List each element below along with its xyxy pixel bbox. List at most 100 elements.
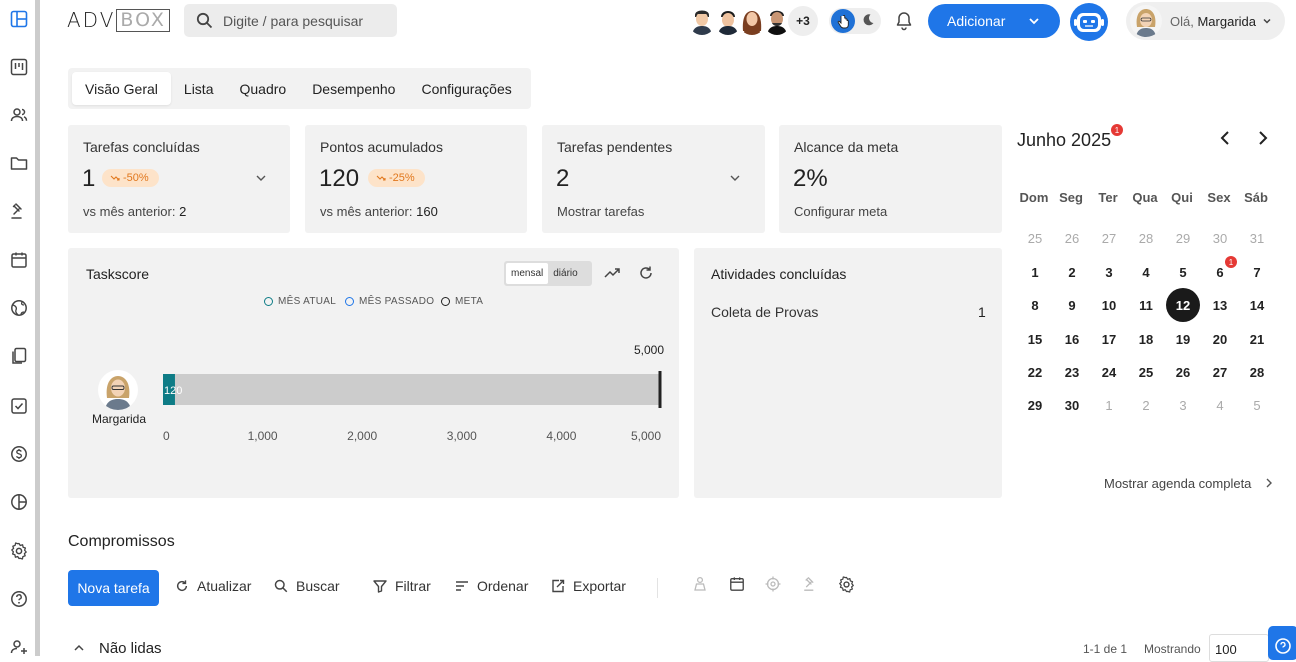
add-button[interactable]: Adicionar: [928, 4, 1060, 38]
card-tarefas-pendentes[interactable]: Tarefas pendentes 2 Mostrar tarefas: [542, 125, 765, 233]
calendar-filter-icon[interactable]: [729, 576, 745, 592]
calendar-icon[interactable]: [10, 251, 28, 269]
chevron-right-icon[interactable]: [1256, 130, 1270, 146]
chevron-left-icon[interactable]: [1218, 130, 1232, 146]
card-tarefas-concluidas[interactable]: Tarefas concluídas 1 -50% vs mês anterio…: [68, 125, 290, 233]
calendar-day[interactable]: 10: [1092, 288, 1126, 322]
help-chat-button[interactable]: [1268, 626, 1296, 660]
calendar-day[interactable]: 24: [1092, 355, 1126, 389]
add-user-icon[interactable]: [10, 638, 28, 656]
tab-visao-geral[interactable]: Visão Geral: [72, 72, 171, 105]
calendar-day[interactable]: 28: [1240, 355, 1274, 389]
page-size-select[interactable]: 100: [1209, 634, 1269, 662]
calendar-day[interactable]: 26: [1055, 221, 1089, 255]
documents-icon[interactable]: [10, 347, 28, 365]
calendar-day[interactable]: 18: [1129, 322, 1163, 356]
finance-icon[interactable]: [10, 445, 28, 463]
chevron-down-icon: [1028, 15, 1040, 27]
calendar-day[interactable]: 7: [1240, 255, 1274, 289]
calendar-day[interactable]: 25: [1129, 355, 1163, 389]
help-icon[interactable]: [10, 590, 28, 608]
calendar-day[interactable]: 19: [1166, 322, 1200, 356]
card-pontos-acumulados: Pontos acumulados 120 -25% vs mês anteri…: [305, 125, 527, 233]
calendar-day[interactable]: 11: [1129, 288, 1163, 322]
board-icon[interactable]: [10, 58, 28, 76]
calendar-day[interactable]: 9: [1055, 288, 1089, 322]
refresh-button[interactable]: Atualizar: [175, 578, 251, 594]
user-avatar-4[interactable]: [763, 5, 791, 35]
tab-lista[interactable]: Lista: [171, 72, 227, 105]
target-icon[interactable]: [765, 576, 781, 592]
calendar-day[interactable]: 3: [1092, 255, 1126, 289]
notifications-bell-icon[interactable]: [895, 11, 913, 31]
checkbox-icon[interactable]: [10, 397, 28, 415]
calendar-day[interactable]: 23: [1055, 355, 1089, 389]
sort-button[interactable]: Ordenar: [455, 578, 528, 594]
calendar-day[interactable]: 17: [1092, 322, 1126, 356]
calendar-day[interactable]: 25: [1018, 221, 1052, 255]
person-filter-icon[interactable]: [692, 576, 708, 592]
tab-desempenho[interactable]: Desempenho: [299, 72, 408, 105]
calendar-day[interactable]: 8: [1018, 288, 1052, 322]
filter-button[interactable]: Filtrar: [373, 578, 431, 594]
calendar-day[interactable]: 29: [1166, 221, 1200, 255]
chevron-up-icon[interactable]: [73, 643, 85, 653]
calendar-day[interactable]: 15: [1018, 322, 1052, 356]
calendar-day[interactable]: 1: [1092, 388, 1126, 422]
calendar-day[interactable]: 26: [1166, 355, 1200, 389]
settings-icon[interactable]: [838, 576, 855, 593]
calendar-day[interactable]: 4: [1129, 255, 1163, 289]
more-users-badge[interactable]: +3: [788, 6, 818, 36]
calendar-day[interactable]: 12: [1166, 288, 1200, 322]
calendar-day[interactable]: 5: [1240, 388, 1274, 422]
gavel-icon[interactable]: [10, 202, 28, 220]
calendar-day[interactable]: 27: [1203, 355, 1237, 389]
show-tasks-link[interactable]: Mostrar tarefas: [557, 204, 644, 219]
new-task-button[interactable]: Nova tarefa: [68, 570, 159, 606]
taskscore-panel: Taskscore mensal diário MÊS ATUAL MÊS PA…: [68, 248, 679, 498]
theme-toggle[interactable]: [829, 8, 881, 34]
export-button[interactable]: Exportar: [551, 578, 626, 594]
calendar-day[interactable]: 2: [1055, 255, 1089, 289]
tab-configuracoes[interactable]: Configurações: [408, 72, 524, 105]
calendar-day[interactable]: 31: [1240, 221, 1274, 255]
calendar-day[interactable]: 21: [1240, 322, 1274, 356]
tab-quadro[interactable]: Quadro: [226, 72, 299, 105]
search-input[interactable]: Digite / para pesquisar: [184, 4, 397, 37]
calendar-day[interactable]: 22: [1018, 355, 1052, 389]
calendar-day[interactable]: 27: [1092, 221, 1126, 255]
calendar-day[interactable]: 14: [1240, 288, 1274, 322]
calendar-day[interactable]: 29: [1018, 388, 1052, 422]
calendar-day[interactable]: 30: [1055, 388, 1089, 422]
configure-goal-link[interactable]: Configurar meta: [794, 204, 887, 219]
settings-icon[interactable]: [10, 542, 28, 560]
section-nao-lidas[interactable]: Não lidas: [99, 640, 162, 657]
calendar-day[interactable]: 4: [1203, 388, 1237, 422]
calendar-day[interactable]: 30: [1203, 221, 1237, 255]
calendar-day[interactable]: 2: [1129, 388, 1163, 422]
assistant-bot-icon[interactable]: [1070, 3, 1108, 41]
calendar-day[interactable]: 13: [1203, 288, 1237, 322]
folder-icon[interactable]: [10, 154, 28, 172]
users-icon[interactable]: [10, 106, 28, 124]
search-button[interactable]: Buscar: [274, 578, 340, 594]
gavel-filter-icon[interactable]: [803, 576, 819, 592]
calendar-day[interactable]: 5: [1166, 255, 1200, 289]
weekday-label: Qua: [1132, 190, 1158, 205]
trend-badge: -25%: [368, 169, 425, 187]
calendar-day[interactable]: 1: [1018, 255, 1052, 289]
globe-icon[interactable]: [10, 299, 28, 317]
user-avatar-1[interactable]: [688, 5, 716, 35]
calendar-day[interactable]: 16: [1055, 322, 1089, 356]
reports-icon[interactable]: [10, 493, 28, 511]
calendar-day[interactable]: 28: [1129, 221, 1163, 255]
user-menu[interactable]: Olá, Margarida: [1126, 2, 1285, 40]
chevron-down-icon[interactable]: [255, 173, 267, 183]
user-avatar-3[interactable]: [738, 5, 766, 35]
show-full-agenda-link[interactable]: Mostrar agenda completa: [1104, 476, 1251, 491]
chevron-down-icon[interactable]: [729, 173, 741, 183]
calendar-day[interactable]: 3: [1166, 388, 1200, 422]
calendar-day[interactable]: 20: [1203, 322, 1237, 356]
dashboard-icon[interactable]: [10, 10, 28, 28]
app-logo[interactable]: ADV BOX: [67, 8, 170, 32]
